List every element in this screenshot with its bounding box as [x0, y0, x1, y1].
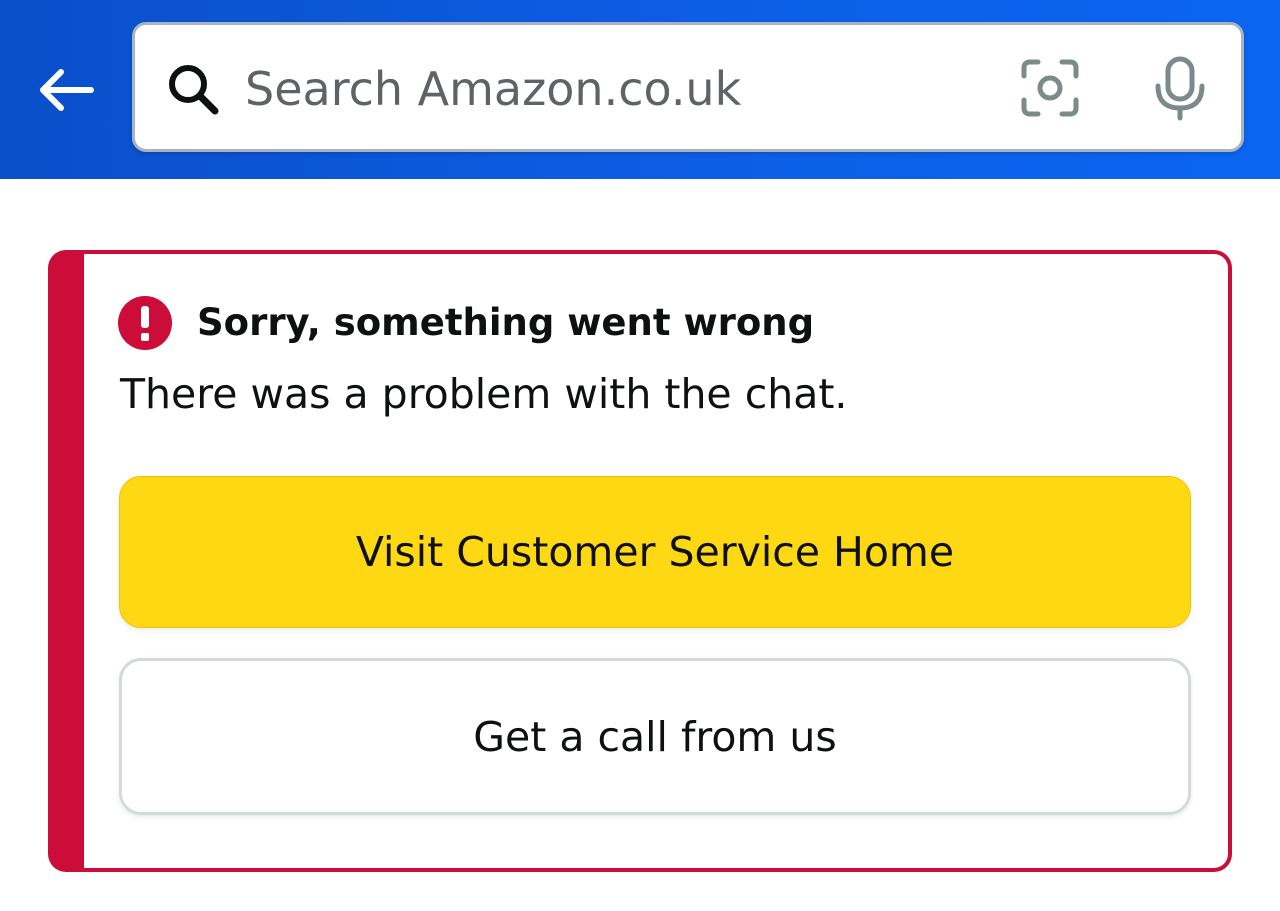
search-input[interactable]: [245, 49, 985, 129]
get-a-call-button[interactable]: Get a call from us: [119, 658, 1191, 815]
error-title: Sorry, something went wrong: [197, 301, 815, 344]
camera-icon[interactable]: [1020, 58, 1080, 118]
error-message: There was a problem with the chat.: [120, 370, 848, 418]
arrow-left-icon: [40, 69, 94, 111]
microphone-icon[interactable]: [1153, 56, 1207, 122]
visit-customer-service-home-label: Visit Customer Service Home: [355, 528, 955, 576]
visit-customer-service-home-button[interactable]: Visit Customer Service Home: [119, 476, 1191, 628]
top-app-bar: [0, 0, 1280, 179]
search-bar[interactable]: [132, 22, 1244, 152]
search-icon[interactable]: [165, 61, 221, 117]
get-a-call-label: Get a call from us: [473, 712, 837, 761]
exclamation-alert-icon: [118, 296, 172, 350]
back-button[interactable]: [30, 58, 100, 122]
